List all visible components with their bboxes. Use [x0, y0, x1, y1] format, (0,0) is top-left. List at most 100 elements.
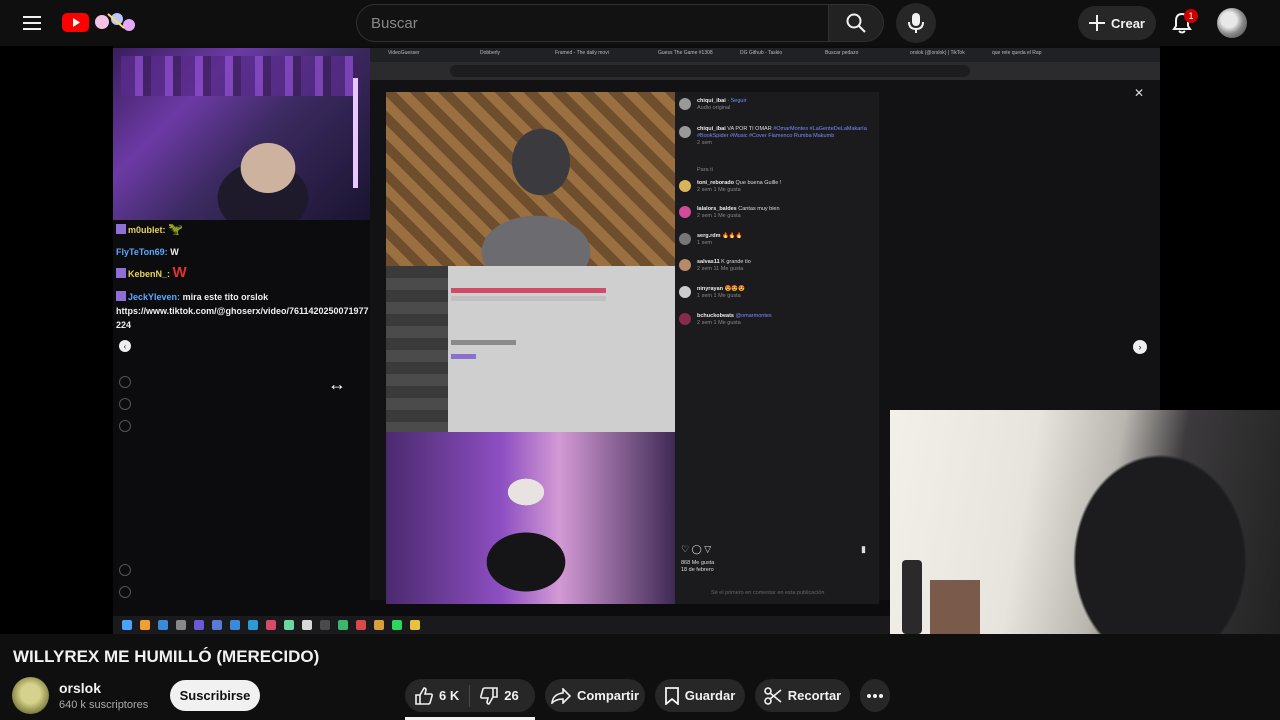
- save-label: Guardar: [684, 688, 736, 703]
- led-light: [353, 78, 358, 188]
- resize-cursor-icon: ↔: [328, 374, 346, 394]
- app-icon: [212, 620, 222, 630]
- user-tool-icon: [119, 586, 131, 598]
- chat-big-emote: W: [172, 264, 187, 281]
- search-button[interactable]: [828, 4, 884, 42]
- like-button[interactable]: 6 K: [405, 679, 469, 712]
- streamer-camera: [113, 48, 370, 220]
- browser-tab: Guess The Game #1308: [658, 50, 713, 56]
- comment-user: toni_reborado: [697, 180, 734, 186]
- app-icon: [194, 620, 204, 630]
- search-input[interactable]: [371, 14, 828, 32]
- create-button[interactable]: Crear: [1078, 6, 1156, 40]
- more-actions-button[interactable]: [860, 679, 890, 712]
- daw-track: [451, 340, 516, 345]
- dislike-button[interactable]: 26: [470, 679, 528, 712]
- comment-user: serg.rdm: [697, 233, 721, 239]
- notifications-button[interactable]: 1: [1164, 5, 1200, 41]
- browser-tab: DG Github - Taskio: [740, 50, 783, 56]
- spotify-icon: [392, 620, 402, 630]
- dislike-count: 26: [504, 688, 519, 703]
- chat-badge-icon: [116, 224, 126, 234]
- app-icon: [302, 620, 312, 630]
- comment-text: Que buena Guille !: [735, 180, 782, 186]
- comment-user: salvas11: [697, 259, 720, 265]
- account-avatar[interactable]: [1217, 8, 1247, 38]
- browser-url-field: [450, 65, 970, 77]
- comment-avatar: [679, 180, 691, 192]
- video-player[interactable]: m0ublet: 🦖 FlyTeTon69: W KebenN_: W Jeck…: [0, 46, 1280, 634]
- browser-tab: orslok (@orslok) | TikTok: [910, 50, 965, 56]
- likes-count: 868 Me gusta: [681, 560, 715, 566]
- bookmark-save-icon: [664, 686, 679, 705]
- search-box[interactable]: [356, 4, 828, 42]
- app-icon: [338, 620, 348, 630]
- tiktok-comments-panel: chiqui_ibai · Seguir Audio original chiq…: [675, 92, 879, 604]
- chat-link: 224: [116, 320, 132, 330]
- app-icon: [374, 620, 384, 630]
- windows-start-icon: [122, 620, 132, 630]
- share-label: Compartir: [576, 688, 640, 703]
- chat-username: KebenN_:: [128, 269, 171, 279]
- chat-message: FlyTeTon69: W: [116, 245, 366, 259]
- daw-track: [451, 354, 476, 359]
- comment-text: 😍😍😍: [724, 286, 746, 292]
- app-icon: [284, 620, 294, 630]
- app-icon: [158, 620, 168, 630]
- caption-time: 2 sem: [697, 140, 712, 146]
- app-icon: [176, 620, 186, 630]
- subscribe-button[interactable]: Suscribirse: [170, 680, 260, 711]
- post-date: 18 de febrero: [681, 567, 714, 573]
- browser-tab: Framed - The daily movi: [555, 50, 609, 56]
- voice-search-button[interactable]: [896, 3, 936, 43]
- plus-icon: [1089, 15, 1106, 31]
- close-icon: ✕: [1134, 86, 1145, 100]
- browser-tab: Buscar pedazo: [825, 50, 859, 56]
- daw-track: [451, 288, 606, 293]
- comment-meta: 2 sem 11 Me gusta: [697, 266, 744, 272]
- author-avatar: [679, 98, 691, 110]
- youtube-logo[interactable]: [62, 10, 140, 34]
- video-title: WILLYREX ME HUMILLÓ (MERECIDO): [13, 647, 320, 666]
- browser-tab: VideoGuesser: [388, 50, 420, 56]
- comment-icon: ◯: [691, 544, 702, 554]
- chat-username: JeckYleven:: [128, 292, 181, 302]
- chat-username: m0ublet:: [128, 225, 166, 235]
- clip-button[interactable]: Recortar: [755, 679, 850, 712]
- comment-text: Cantas muy bien: [738, 206, 780, 212]
- tiktok-reaction-video: [386, 432, 675, 604]
- heart-icon: ♡: [681, 544, 690, 554]
- comment-avatar: [679, 259, 691, 271]
- bookmark-icon: ▮: [861, 544, 866, 554]
- chat-badge-icon: [116, 268, 126, 278]
- comment-avatar: [679, 233, 691, 245]
- menu-button[interactable]: [14, 5, 50, 41]
- chrome-icon: [410, 620, 420, 630]
- app-icon: [320, 620, 330, 630]
- share-arrow-icon: ▽: [704, 544, 712, 554]
- save-button[interactable]: Guardar: [655, 679, 745, 712]
- dinosaur-emote-icon: 🦖: [168, 222, 183, 236]
- chat-text: W: [170, 247, 179, 257]
- more-horizontal-icon: [867, 693, 883, 698]
- channel-avatar[interactable]: [12, 677, 49, 714]
- browser-address-bar: [370, 62, 1160, 80]
- chat-text: mira este tito orslok: [182, 292, 269, 302]
- audio-label: Audio original: [697, 105, 731, 111]
- author-name: chiqui_ibai: [697, 98, 726, 104]
- comment-text: 🔥🔥🔥: [722, 233, 743, 239]
- share-button[interactable]: Compartir: [545, 679, 645, 712]
- microphone-icon: [908, 13, 924, 33]
- subscriber-count: 640 k suscriptores: [59, 699, 149, 711]
- notification-badge: 1: [1184, 9, 1198, 23]
- comment-text: @omarmontes: [735, 313, 772, 319]
- channel-name[interactable]: orslok: [59, 680, 101, 696]
- caption-text: VA POR TI OMAR: [727, 126, 772, 132]
- daw-track: [451, 296, 606, 301]
- follow-link[interactable]: Seguir: [731, 98, 747, 104]
- chat-link: https://www.tiktok.com/@ghoserx/video/76…: [116, 306, 369, 316]
- app-icon: [356, 620, 366, 630]
- comment-user: bchuckobeats: [697, 313, 734, 319]
- comment-meta: 1 sem: [697, 240, 712, 246]
- share-icon: [551, 687, 571, 704]
